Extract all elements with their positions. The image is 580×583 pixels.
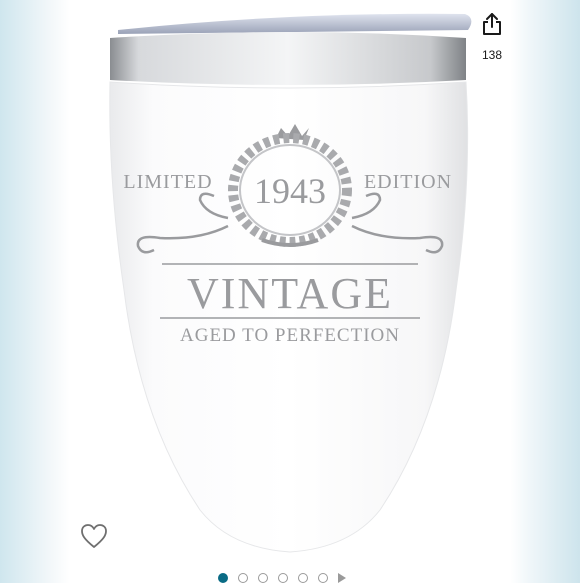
edition-text: EDITION: [364, 171, 452, 193]
carousel-dot-3[interactable]: [258, 573, 268, 583]
favorite-button[interactable]: [78, 520, 110, 552]
rim-shape: [110, 32, 466, 85]
heart-icon: [81, 524, 107, 548]
share-button[interactable]: [476, 8, 508, 40]
year-text: 1943: [254, 171, 326, 211]
product-image: LIMITED 1943 EDITION VINTAGE AGED TO PER…: [109, 13, 472, 553]
carousel-dot-2[interactable]: [238, 573, 248, 583]
lid-shape: [118, 13, 472, 34]
share-icon: [483, 13, 501, 35]
aged-to-perfection-text: AGED TO PERFECTION: [180, 325, 400, 346]
carousel-dot-5[interactable]: [298, 573, 308, 583]
limited-text: LIMITED: [123, 171, 212, 193]
product-image-viewer[interactable]: LIMITED 1943 EDITION VINTAGE AGED TO PER…: [0, 0, 580, 583]
carousel-dot-4[interactable]: [278, 573, 288, 583]
video-play-icon[interactable]: [338, 573, 346, 583]
image-carousel-dots[interactable]: [218, 573, 346, 583]
carousel-dot-1[interactable]: [218, 573, 228, 583]
share-count: 138: [481, 48, 503, 62]
vintage-text: VINTAGE: [187, 269, 393, 318]
carousel-dot-6[interactable]: [318, 573, 328, 583]
